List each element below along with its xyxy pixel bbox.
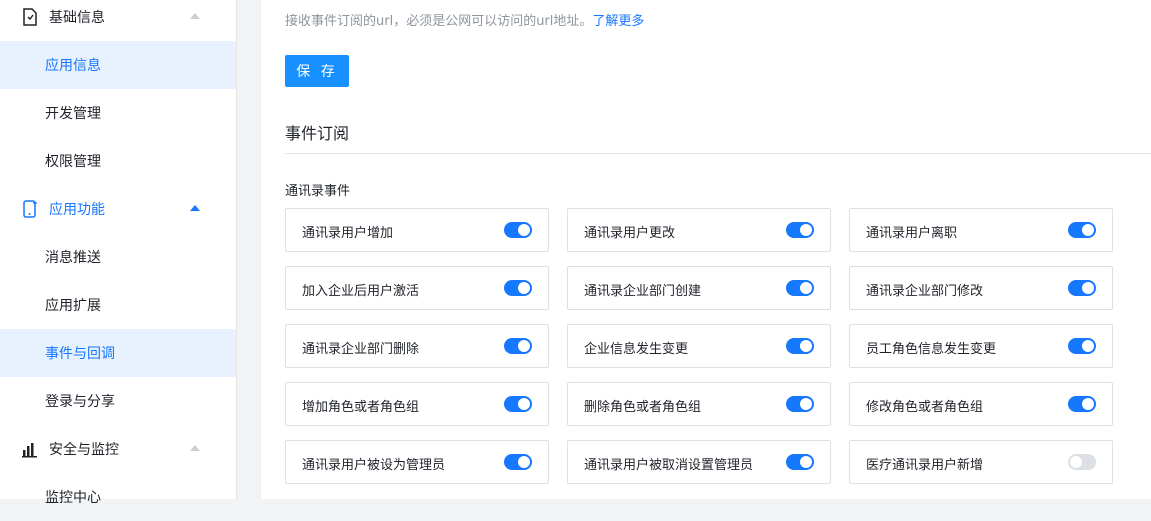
url-hint-text: 接收事件订阅的url，必须是公网可以访问的url地址。: [285, 14, 593, 29]
event-card: 通讯录用户被取消设置管理员: [567, 440, 831, 484]
event-label: 增加角色或者角色组: [302, 400, 420, 415]
event-card: 通讯录用户更改: [567, 208, 831, 252]
document-icon: [23, 8, 37, 26]
event-card: 通讯录企业部门删除: [285, 324, 549, 368]
event-label: 修改角色或者角色组: [866, 400, 984, 415]
sidebar: 基础信息 应用信息 开发管理 权限管理 应用功能 消息推送 应用扩展 事件与回调…: [0, 0, 237, 506]
subsection-title: 通讯录事件: [285, 184, 351, 199]
sidebar-item-label: 应用扩展: [45, 298, 101, 314]
event-card: 通讯录用户被设为管理员: [285, 440, 549, 484]
event-toggle-switch[interactable]: [1068, 222, 1096, 238]
divider: [285, 153, 1151, 154]
nav-group-app-features[interactable]: 应用功能: [0, 185, 236, 233]
sidebar-item-message-push[interactable]: 消息推送: [0, 233, 236, 281]
sidebar-item-label: 权限管理: [45, 154, 101, 170]
event-label: 通讯录企业部门删除: [302, 342, 420, 357]
learn-more-link[interactable]: 了解更多: [592, 14, 644, 29]
event-label: 通讯录用户更改: [584, 226, 676, 241]
event-toggle-switch[interactable]: [786, 396, 814, 412]
event-toggle-switch[interactable]: [1068, 280, 1096, 296]
sidebar-item-label: 消息推送: [45, 250, 101, 266]
event-label: 通讯录用户被取消设置管理员: [584, 458, 754, 473]
event-toggle-switch[interactable]: [1068, 396, 1096, 412]
nav-group-security-monitoring[interactable]: 安全与监控: [0, 425, 236, 473]
event-label: 加入企业后用户激活: [302, 284, 420, 299]
chevron-up-icon: [190, 205, 200, 211]
event-toggle-switch[interactable]: [1068, 338, 1096, 354]
event-toggle-switch[interactable]: [504, 280, 532, 296]
event-label: 员工角色信息发生变更: [866, 342, 997, 357]
chevron-up-icon: [190, 13, 200, 19]
save-button[interactable]: 保 存: [285, 55, 349, 87]
event-label: 医疗通讯录用户新增: [866, 458, 984, 473]
sidebar-item-monitoring-center[interactable]: 监控中心: [0, 473, 236, 521]
event-toggle-switch[interactable]: [504, 454, 532, 470]
main-panel: 接收事件订阅的url，必须是公网可以访问的url地址。了解更多 保 存 事件订阅…: [261, 0, 1151, 499]
event-card: 员工角色信息发生变更: [849, 324, 1113, 368]
event-toggle-switch[interactable]: [786, 222, 814, 238]
event-label: 通讯录企业部门修改: [866, 284, 984, 299]
sidebar-item-events-callbacks[interactable]: 事件与回调: [0, 329, 236, 377]
event-card: 修改角色或者角色组: [849, 382, 1113, 426]
event-toggle-switch[interactable]: [504, 222, 532, 238]
sidebar-item-label: 开发管理: [45, 106, 101, 122]
sidebar-item-label: 事件与回调: [45, 346, 115, 362]
event-label: 通讯录企业部门创建: [584, 284, 702, 299]
chevron-up-icon: [190, 445, 200, 451]
event-toggle-switch[interactable]: [786, 338, 814, 354]
event-card: 通讯录企业部门修改: [849, 266, 1113, 310]
sidebar-item-app-info[interactable]: 应用信息: [0, 41, 236, 89]
event-label: 通讯录用户离职: [866, 226, 958, 241]
nav-group-label: 应用功能: [49, 202, 105, 218]
event-label: 通讯录用户被设为管理员: [302, 458, 446, 473]
event-card: 通讯录用户离职: [849, 208, 1113, 252]
event-label: 企业信息发生变更: [584, 342, 689, 357]
section-title: 事件订阅: [285, 124, 350, 143]
event-card: 加入企业后用户激活: [285, 266, 549, 310]
event-toggle-switch[interactable]: [504, 396, 532, 412]
event-card: 删除角色或者角色组: [567, 382, 831, 426]
event-card: 企业信息发生变更: [567, 324, 831, 368]
event-toggle-switch[interactable]: [786, 454, 814, 470]
nav-group-basic-info[interactable]: 基础信息: [0, 0, 236, 41]
sidebar-item-permissions[interactable]: 权限管理: [0, 137, 236, 185]
nav-group-label: 安全与监控: [49, 442, 119, 458]
event-card: 增加角色或者角色组: [285, 382, 549, 426]
url-hint: 接收事件订阅的url，必须是公网可以访问的url地址。了解更多: [285, 10, 644, 29]
bar-chart-icon: [22, 443, 37, 458]
sidebar-item-login-share[interactable]: 登录与分享: [0, 377, 236, 425]
sidebar-item-label: 监控中心: [45, 490, 101, 506]
event-label: 删除角色或者角色组: [584, 400, 702, 415]
nav-group-label: 基础信息: [49, 10, 105, 26]
sidebar-item-label: 应用信息: [45, 58, 101, 74]
sidebar-item-label: 登录与分享: [45, 394, 115, 410]
event-toggle-switch[interactable]: [504, 338, 532, 354]
event-toggle-switch[interactable]: [786, 280, 814, 296]
event-card: 医疗通讯录用户新增: [849, 440, 1113, 484]
sidebar-item-app-extension[interactable]: 应用扩展: [0, 281, 236, 329]
event-card: 通讯录用户增加: [285, 208, 549, 252]
phone-icon: [23, 200, 37, 218]
event-toggle-switch[interactable]: [1068, 454, 1096, 470]
sidebar-item-dev-management[interactable]: 开发管理: [0, 89, 236, 137]
event-card: 通讯录企业部门创建: [567, 266, 831, 310]
event-label: 通讯录用户增加: [302, 226, 394, 241]
